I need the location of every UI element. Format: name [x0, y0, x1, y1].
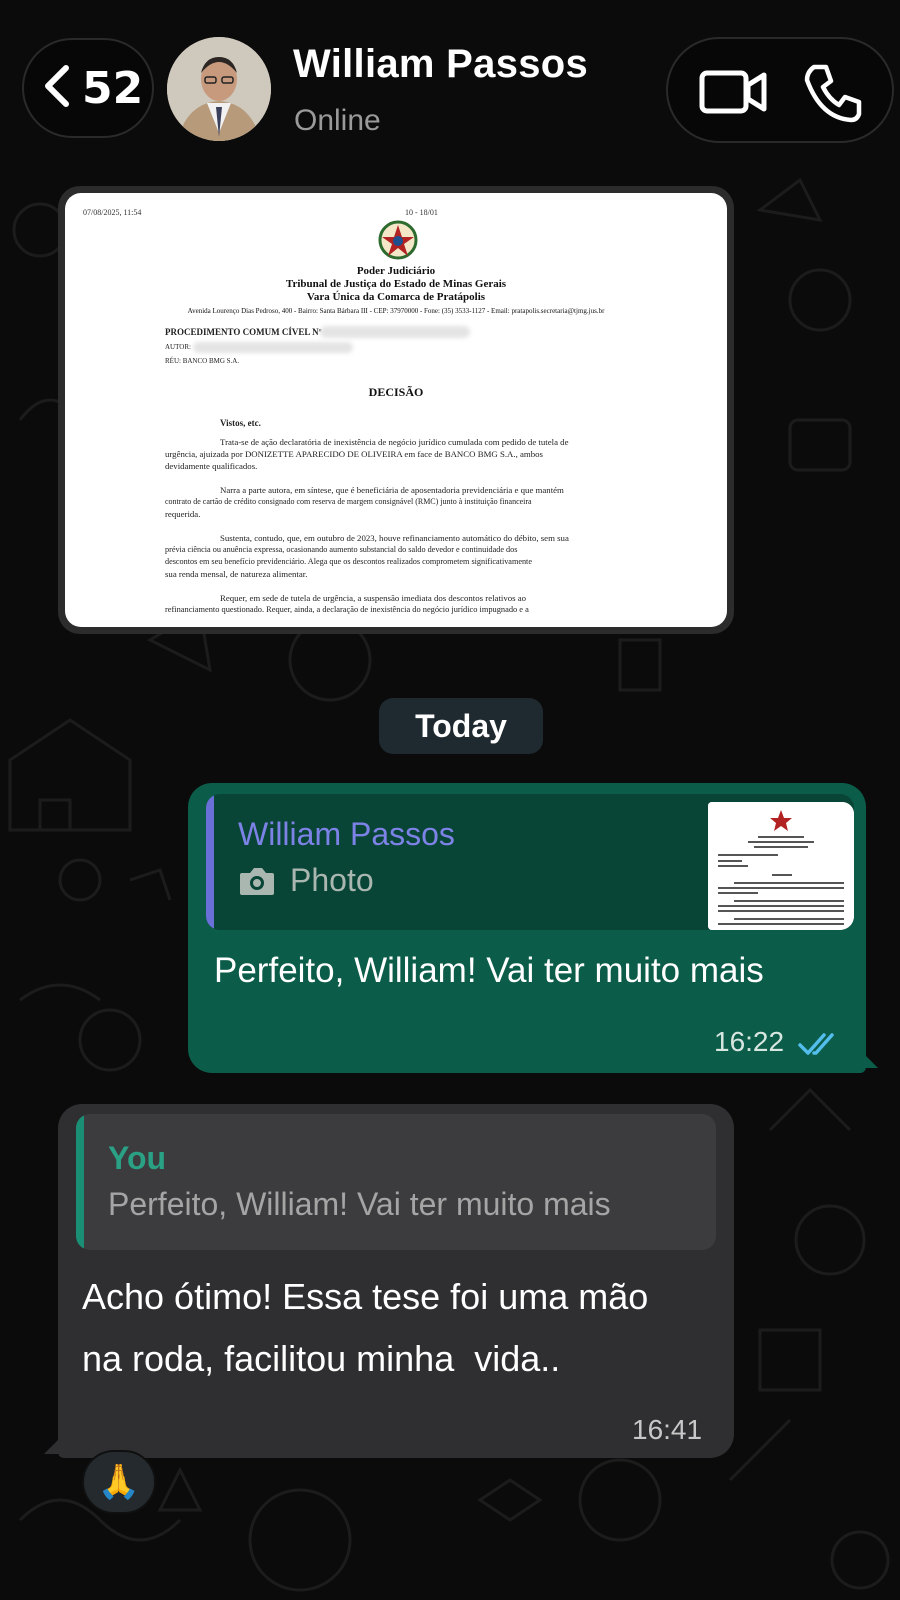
- doc-text-line: Narra a parte autora, em síntese, que é …: [220, 485, 564, 495]
- quote-bar: [76, 1114, 84, 1250]
- avatar[interactable]: [167, 37, 271, 141]
- doc-text-line: Sustenta, contudo, que, em outubro de 20…: [220, 533, 569, 543]
- contact-status: Online: [294, 104, 381, 137]
- message-time: 16:41: [632, 1414, 703, 1445]
- chat-header: 52 William Passos Online: [0, 0, 900, 160]
- camera-icon: [238, 865, 276, 897]
- quote-bar: [206, 794, 214, 930]
- message-text: Acho ótimo! Essa tese foi uma mão na rod…: [82, 1276, 649, 1379]
- incoming-message[interactable]: You Perfeito, William! Vai ter muito mai…: [58, 1104, 734, 1458]
- doc-text-line: devidamente qualificados.: [165, 461, 258, 471]
- doc-org1: Poder Judiciário: [356, 265, 436, 277]
- date-separator: Today: [379, 698, 543, 754]
- doc-text-line: contrato de cartão de crédito consignado…: [165, 497, 532, 506]
- quoted-reply[interactable]: William Passos Photo: [206, 794, 854, 930]
- coat-of-arms-seal: [375, 217, 421, 268]
- outgoing-message[interactable]: William Passos Photo Perfeito, William! …: [188, 783, 866, 1073]
- doc-title: DECISÃO: [368, 385, 424, 399]
- doc-text-line: urgência, ajuizada por DONIZETTE APARECI…: [165, 449, 543, 459]
- doc-text-line: Trata-se de ação declaratória de inexist…: [220, 437, 569, 447]
- message-text: Perfeito, William! Vai ter muito mais: [214, 951, 764, 990]
- call-actions: [666, 37, 894, 143]
- chevron-left-icon: [42, 64, 72, 112]
- doc-text-line: sua renda mensal, de natureza alimentar.: [165, 569, 308, 579]
- back-button[interactable]: 52: [22, 38, 154, 138]
- doc-text-line: refinanciamento questionado. Requer, ain…: [165, 605, 529, 614]
- doc-reu: RÉU: BANCO BMG S.A.: [165, 357, 240, 365]
- doc-text-line: descontos em seu benefício previdenciári…: [165, 557, 532, 566]
- quoted-type: Photo: [238, 862, 374, 899]
- doc-org2: Tribunal de Justiça do Estado de Minas G…: [285, 278, 507, 290]
- doc-text-line: Requer, em sede de tutela de urgência, a…: [220, 593, 527, 603]
- doc-text-line: requerida.: [165, 509, 201, 519]
- document-image[interactable]: 07/08/2025, 11:54 10 - 18/01 Poder Judic…: [65, 193, 727, 627]
- quoted-text: Perfeito, William! Vai ter muito mais: [108, 1186, 611, 1222]
- doc-proc: PROCEDIMENTO COMUM CÍVEL Nº: [165, 327, 322, 337]
- double-check-icon: [798, 1031, 842, 1061]
- unread-count: 52: [82, 62, 144, 114]
- doc-page: 10 - 18/01: [405, 208, 438, 217]
- message-time: 16:22: [714, 1026, 785, 1057]
- image-message[interactable]: 07/08/2025, 11:54 10 - 18/01 Poder Judic…: [58, 186, 734, 634]
- reaction-badge[interactable]: 🙏: [82, 1450, 156, 1514]
- doc-vistos: Vistos, etc.: [220, 418, 261, 428]
- quoted-thumbnail: [708, 802, 854, 930]
- contact-name[interactable]: William Passos: [293, 42, 588, 87]
- quoted-type-label: Photo: [290, 862, 374, 898]
- quoted-sender: William Passos: [238, 816, 455, 852]
- video-camera-icon[interactable]: [698, 61, 768, 125]
- doc-autor: AUTOR:: [165, 343, 191, 351]
- quoted-reply[interactable]: You Perfeito, William! Vai ter muito mai…: [76, 1114, 716, 1250]
- doc-date: 07/08/2025, 11:54: [83, 208, 142, 217]
- phone-icon[interactable]: [802, 61, 862, 127]
- doc-org3: Vara Única da Comarca de Pratápolis: [306, 291, 486, 303]
- doc-address: Avenida Lourenço Dias Pedroso, 400 - Bai…: [187, 307, 605, 315]
- quoted-sender: You: [108, 1140, 167, 1176]
- doc-text-line: prévia ciência ou anuência expressa, oca…: [165, 545, 518, 554]
